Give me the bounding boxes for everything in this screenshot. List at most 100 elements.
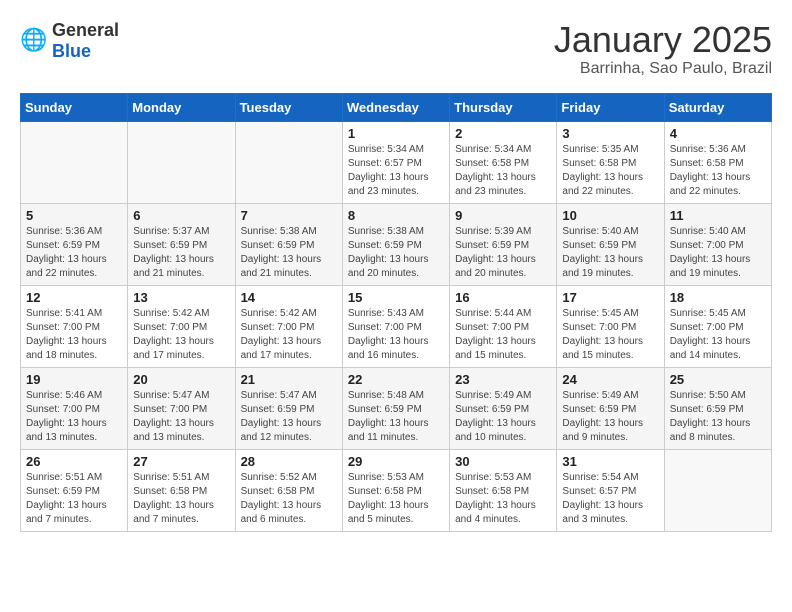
day-number: 1 — [348, 126, 444, 141]
day-header-wednesday: Wednesday — [342, 93, 449, 121]
day-info: Sunrise: 5:40 AM Sunset: 6:59 PM Dayligh… — [562, 225, 658, 281]
svg-text:🌐: 🌐 — [20, 27, 47, 52]
calendar-header-row: SundayMondayTuesdayWednesdayThursdayFrid… — [21, 93, 772, 121]
day-header-thursday: Thursday — [450, 93, 557, 121]
calendar-cell: 30 Sunrise: 5:53 AM Sunset: 6:58 PM Dayli… — [450, 449, 557, 531]
calendar-cell: 25Sunrise: 5:50 AM Sunset: 6:59 PM Dayli… — [664, 367, 771, 449]
day-info: Sunrise: 5:49 AM Sunset: 6:59 PM Dayligh… — [455, 389, 551, 445]
day-number: 5 — [26, 208, 122, 223]
calendar-cell: 10 Sunrise: 5:40 AM Sunset: 6:59 PM Dayli… — [557, 203, 664, 285]
day-number: 11 — [670, 208, 766, 223]
title-section: January 2025 Barrinha, Sao Paulo, Brazil — [554, 20, 772, 78]
calendar-cell: 7 Sunrise: 5:38 AM Sunset: 6:59 PM Daylig… — [235, 203, 342, 285]
calendar-cell: 16 Sunrise: 5:44 AM Sunset: 7:00 PM Dayli… — [450, 285, 557, 367]
calendar-cell: 2Sunrise: 5:34 AM Sunset: 6:58 PM Daylig… — [450, 121, 557, 203]
day-info: Sunrise: 5:43 AM Sunset: 7:00 PM Dayligh… — [348, 307, 444, 363]
calendar-week-5: 26 Sunrise: 5:51 AM Sunset: 6:59 PM Dayli… — [21, 449, 772, 531]
day-info: Sunrise: 5:38 AM Sunset: 6:59 PM Dayligh… — [348, 225, 444, 281]
logo: 🌐 General Blue — [20, 20, 119, 62]
calendar-cell: 19Sunrise: 5:46 AM Sunset: 7:00 PM Dayli… — [21, 367, 128, 449]
day-header-monday: Monday — [128, 93, 235, 121]
calendar-week-3: 12 Sunrise: 5:41 AM Sunset: 7:00 PM Dayli… — [21, 285, 772, 367]
calendar-cell: 6 Sunrise: 5:37 AM Sunset: 6:59 PM Daylig… — [128, 203, 235, 285]
day-header-friday: Friday — [557, 93, 664, 121]
day-info: Sunrise: 5:40 AM Sunset: 7:00 PM Dayligh… — [670, 225, 766, 281]
day-number: 9 — [455, 208, 551, 223]
day-info: Sunrise: 5:36 AM Sunset: 6:58 PM Dayligh… — [670, 143, 766, 199]
day-number: 8 — [348, 208, 444, 223]
day-number: 28 — [241, 454, 337, 469]
calendar-cell: 22 Sunrise: 5:48 AM Sunset: 6:59 PM Dayli… — [342, 367, 449, 449]
day-number: 7 — [241, 208, 337, 223]
day-number: 30 — [455, 454, 551, 469]
calendar-cell: 23 Sunrise: 5:49 AM Sunset: 6:59 PM Dayli… — [450, 367, 557, 449]
day-header-saturday: Saturday — [664, 93, 771, 121]
calendar-cell — [235, 121, 342, 203]
day-number: 18 — [670, 290, 766, 305]
main-title: January 2025 — [554, 20, 772, 60]
day-info: Sunrise: 5:53 AM Sunset: 6:58 PM Dayligh… — [348, 471, 444, 527]
day-info: Sunrise: 5:44 AM Sunset: 7:00 PM Dayligh… — [455, 307, 551, 363]
calendar-cell: 1 Sunrise: 5:34 AM Sunset: 6:57 PM Daylig… — [342, 121, 449, 203]
day-info: Sunrise: 5:49 AM Sunset: 6:59 PM Dayligh… — [562, 389, 658, 445]
day-info: Sunrise: 5:42 AM Sunset: 7:00 PM Dayligh… — [241, 307, 337, 363]
day-number: 16 — [455, 290, 551, 305]
day-info: Sunrise: 5:53 AM Sunset: 6:58 PM Dayligh… — [455, 471, 551, 527]
day-info: Sunrise: 5:34 AM Sunset: 6:57 PM Dayligh… — [348, 143, 444, 199]
day-number: 14 — [241, 290, 337, 305]
calendar-cell: 21Sunrise: 5:47 AM Sunset: 6:59 PM Dayli… — [235, 367, 342, 449]
calendar-cell: 31Sunrise: 5:54 AM Sunset: 6:57 PM Dayli… — [557, 449, 664, 531]
calendar-cell: 11 Sunrise: 5:40 AM Sunset: 7:00 PM Dayli… — [664, 203, 771, 285]
calendar-cell: 26 Sunrise: 5:51 AM Sunset: 6:59 PM Dayli… — [21, 449, 128, 531]
day-number: 12 — [26, 290, 122, 305]
day-number: 23 — [455, 372, 551, 387]
day-number: 21 — [241, 372, 337, 387]
calendar-cell — [128, 121, 235, 203]
calendar-cell: 28 Sunrise: 5:52 AM Sunset: 6:58 PM Dayli… — [235, 449, 342, 531]
day-info: Sunrise: 5:48 AM Sunset: 6:59 PM Dayligh… — [348, 389, 444, 445]
day-info: Sunrise: 5:47 AM Sunset: 7:00 PM Dayligh… — [133, 389, 229, 445]
day-info: Sunrise: 5:39 AM Sunset: 6:59 PM Dayligh… — [455, 225, 551, 281]
day-number: 2 — [455, 126, 551, 141]
calendar-week-1: 1 Sunrise: 5:34 AM Sunset: 6:57 PM Daylig… — [21, 121, 772, 203]
day-info: Sunrise: 5:38 AM Sunset: 6:59 PM Dayligh… — [241, 225, 337, 281]
calendar-cell: 4 Sunrise: 5:36 AM Sunset: 6:58 PM Daylig… — [664, 121, 771, 203]
day-number: 26 — [26, 454, 122, 469]
day-header-sunday: Sunday — [21, 93, 128, 121]
calendar-cell: 3Sunrise: 5:35 AM Sunset: 6:58 PM Daylig… — [557, 121, 664, 203]
day-number: 31 — [562, 454, 658, 469]
logo-icon: 🌐 — [20, 27, 48, 55]
calendar-cell: 12 Sunrise: 5:41 AM Sunset: 7:00 PM Dayli… — [21, 285, 128, 367]
calendar-cell: 17 Sunrise: 5:45 AM Sunset: 7:00 PM Dayli… — [557, 285, 664, 367]
calendar: SundayMondayTuesdayWednesdayThursdayFrid… — [20, 93, 772, 532]
calendar-cell: 9 Sunrise: 5:39 AM Sunset: 6:59 PM Daylig… — [450, 203, 557, 285]
logo-text-blue: Blue — [52, 41, 91, 61]
calendar-cell: 29Sunrise: 5:53 AM Sunset: 6:58 PM Dayli… — [342, 449, 449, 531]
day-number: 24 — [562, 372, 658, 387]
logo-text-general: General — [52, 20, 119, 40]
day-number: 15 — [348, 290, 444, 305]
day-info: Sunrise: 5:36 AM Sunset: 6:59 PM Dayligh… — [26, 225, 122, 281]
day-info: Sunrise: 5:37 AM Sunset: 6:59 PM Dayligh… — [133, 225, 229, 281]
day-info: Sunrise: 5:45 AM Sunset: 7:00 PM Dayligh… — [562, 307, 658, 363]
day-info: Sunrise: 5:51 AM Sunset: 6:59 PM Dayligh… — [26, 471, 122, 527]
day-info: Sunrise: 5:41 AM Sunset: 7:00 PM Dayligh… — [26, 307, 122, 363]
day-info: Sunrise: 5:51 AM Sunset: 6:58 PM Dayligh… — [133, 471, 229, 527]
day-number: 6 — [133, 208, 229, 223]
day-number: 22 — [348, 372, 444, 387]
day-header-tuesday: Tuesday — [235, 93, 342, 121]
calendar-cell — [21, 121, 128, 203]
calendar-cell: 8 Sunrise: 5:38 AM Sunset: 6:59 PM Daylig… — [342, 203, 449, 285]
day-number: 25 — [670, 372, 766, 387]
day-info: Sunrise: 5:52 AM Sunset: 6:58 PM Dayligh… — [241, 471, 337, 527]
calendar-week-2: 5 Sunrise: 5:36 AM Sunset: 6:59 PM Daylig… — [21, 203, 772, 285]
day-number: 27 — [133, 454, 229, 469]
day-number: 10 — [562, 208, 658, 223]
header: 🌐 General Blue January 2025 Barrinha, Sa… — [20, 20, 772, 78]
day-number: 4 — [670, 126, 766, 141]
day-number: 17 — [562, 290, 658, 305]
day-info: Sunrise: 5:42 AM Sunset: 7:00 PM Dayligh… — [133, 307, 229, 363]
day-info: Sunrise: 5:35 AM Sunset: 6:58 PM Dayligh… — [562, 143, 658, 199]
calendar-cell: 18Sunrise: 5:45 AM Sunset: 7:00 PM Dayli… — [664, 285, 771, 367]
calendar-cell: 20Sunrise: 5:47 AM Sunset: 7:00 PM Dayli… — [128, 367, 235, 449]
